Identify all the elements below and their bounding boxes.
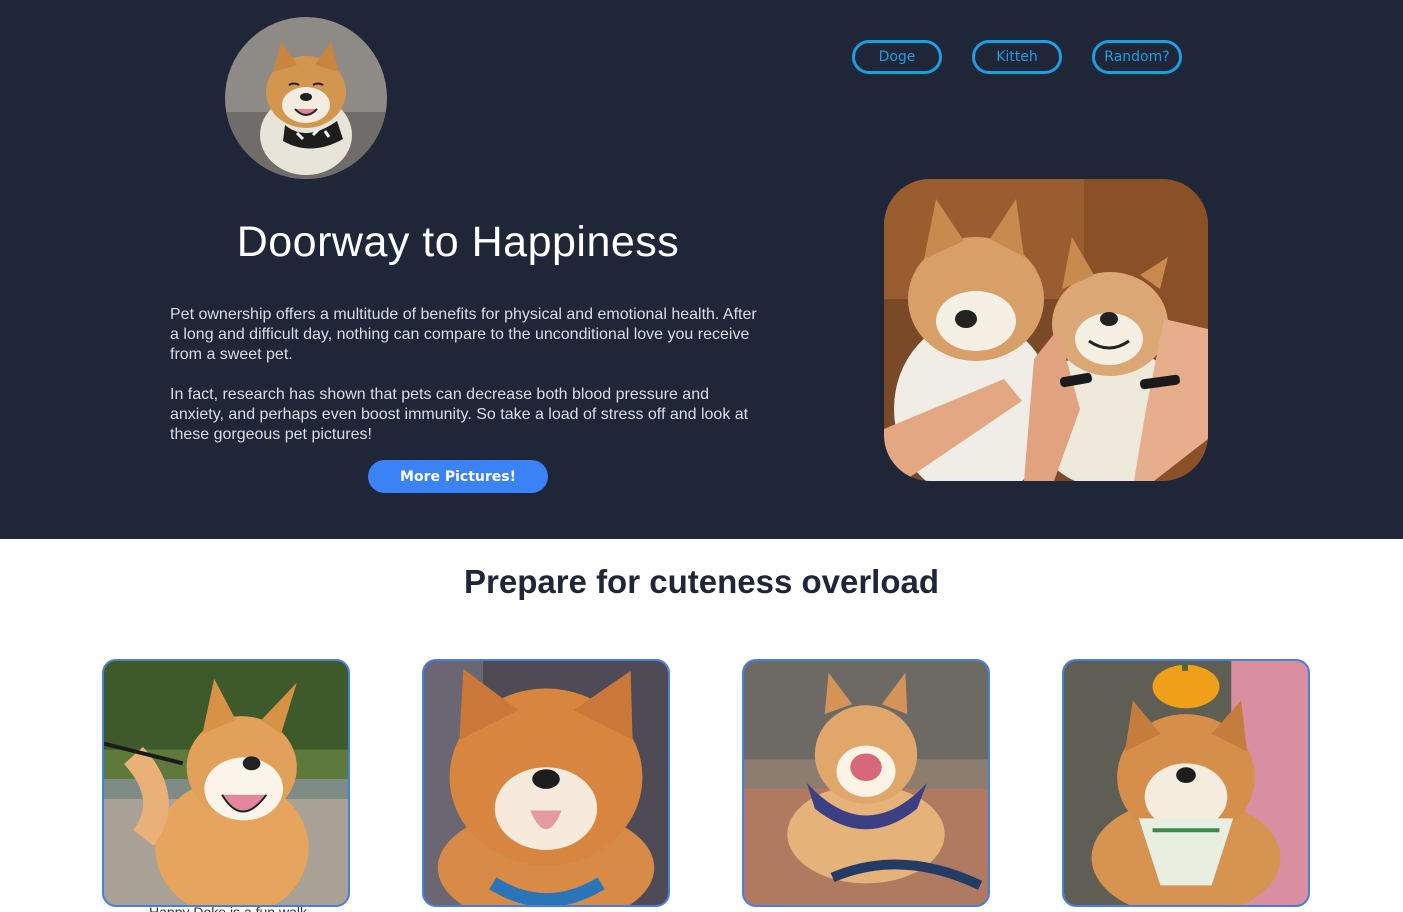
nav-random-button[interactable]: Random? xyxy=(1092,40,1182,74)
nav-kitteh-button[interactable]: Kitteh xyxy=(972,40,1062,74)
gallery-card-3[interactable] xyxy=(742,659,990,907)
shiba-walk-image xyxy=(104,661,348,905)
hero-section: Doge Kitteh Random? Doorway to Happiness… xyxy=(0,0,1403,539)
shiba-pumpkin-image xyxy=(1064,661,1308,905)
shiba-tongue-image xyxy=(424,661,668,905)
shiba-avatar-image xyxy=(225,17,387,179)
hero-photo xyxy=(884,179,1208,481)
nav-doge-button[interactable]: Doge xyxy=(852,40,942,74)
avatar xyxy=(225,17,387,179)
gallery-card-1[interactable] xyxy=(102,659,350,907)
two-shibas-image xyxy=(884,179,1208,481)
more-pictures-button[interactable]: More Pictures! xyxy=(368,460,548,493)
hero-title: Doorway to Happiness xyxy=(236,218,680,266)
gallery-card-4[interactable] xyxy=(1062,659,1310,907)
hero-paragraph-benefits: Pet ownership offers a multitude of bene… xyxy=(170,306,757,363)
hero-paragraph-research: In fact, research has shown that pets ca… xyxy=(170,386,749,443)
gallery-caption-1: Happy Doke is a fun walk xyxy=(104,905,352,912)
shiba-yawn-image xyxy=(744,661,988,905)
gallery-title: Prepare for cuteness overload xyxy=(463,563,940,600)
gallery-card-2[interactable] xyxy=(422,659,670,907)
